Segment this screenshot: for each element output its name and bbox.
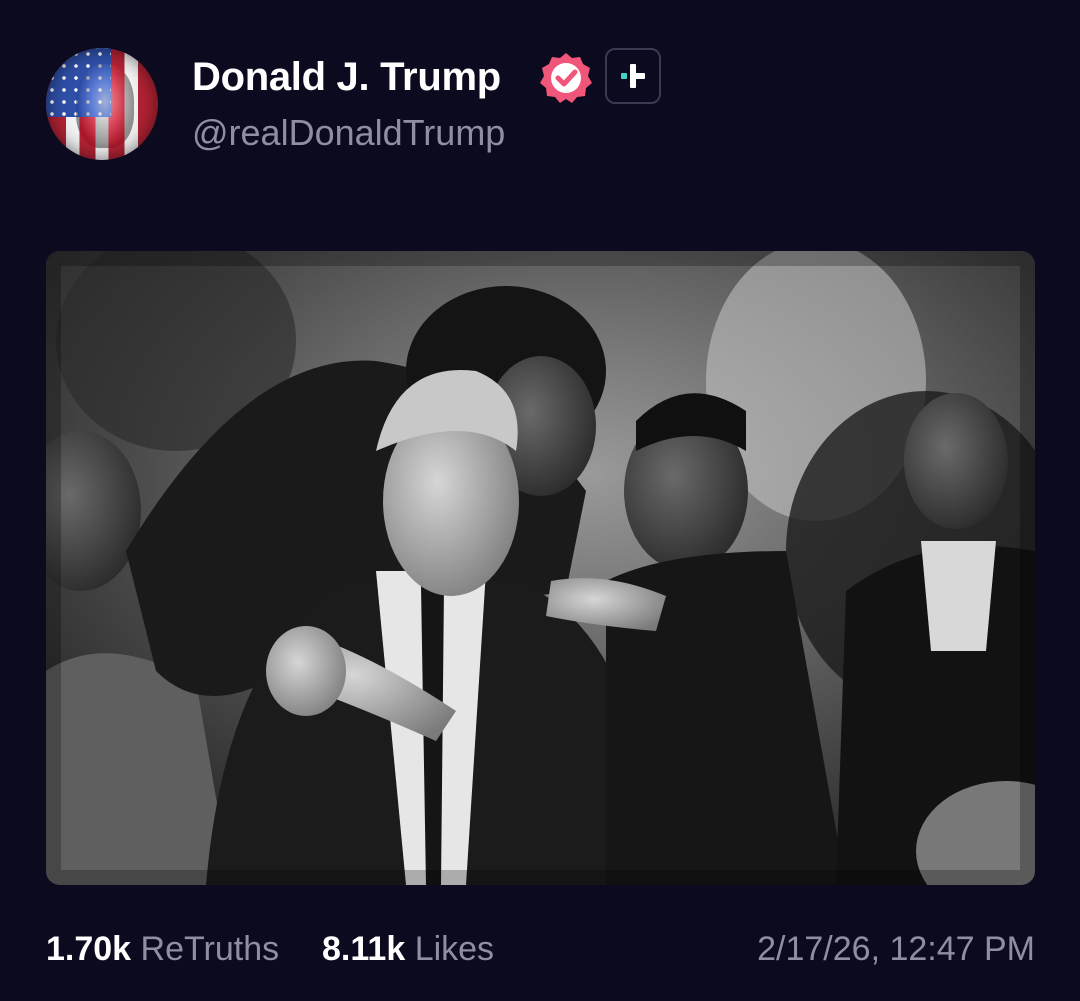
post-timestamp[interactable]: 2/17/26, 12:47 PM bbox=[757, 930, 1035, 969]
author-handle[interactable]: @realDonaldTrump bbox=[192, 112, 505, 154]
retruths-count[interactable]: 1.70k bbox=[46, 930, 131, 968]
engagement-stats: 1.70k ReTruths 8.11k Likes bbox=[46, 930, 494, 969]
photo-image bbox=[46, 251, 1035, 885]
avatar[interactable] bbox=[46, 48, 158, 160]
verified-badge-icon bbox=[540, 53, 592, 103]
likes-label[interactable]: Likes bbox=[415, 930, 494, 968]
author-display-name[interactable]: Donald J. Trump bbox=[192, 55, 501, 100]
retruths-label[interactable]: ReTruths bbox=[141, 930, 280, 968]
post-photo[interactable] bbox=[46, 251, 1035, 885]
likes-count[interactable]: 8.11k bbox=[322, 930, 405, 968]
truth-plus-icon[interactable] bbox=[605, 48, 661, 104]
truth-post: Donald J. Trump @realDonaldTrump 1.70k R… bbox=[0, 0, 1080, 1001]
